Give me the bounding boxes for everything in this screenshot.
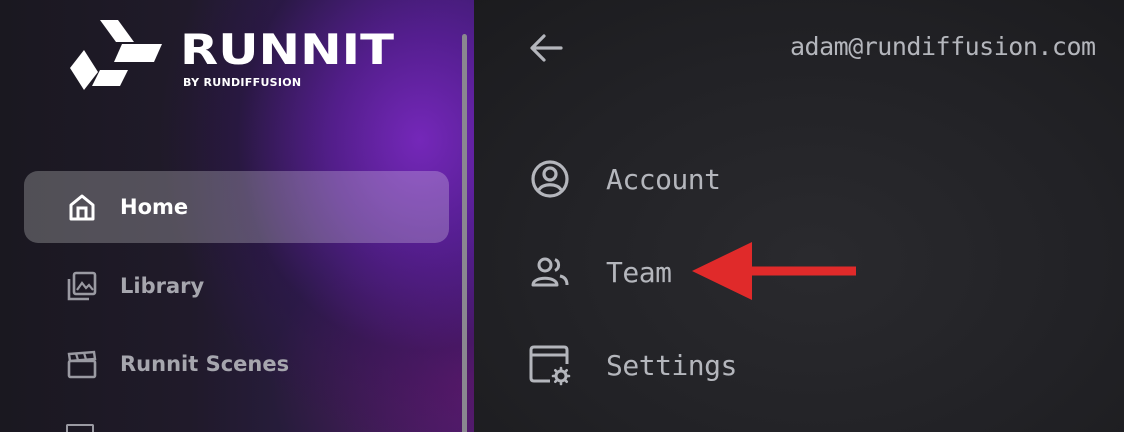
runnit-logo-mark-icon	[70, 20, 162, 90]
runnit-wordmark: RUNNIT	[180, 30, 394, 70]
menu-item-account[interactable]: Account	[526, 154, 721, 204]
menu-item-label: Team	[606, 255, 672, 289]
back-button[interactable]	[528, 30, 564, 66]
menu-item-label: Settings	[606, 348, 737, 382]
account-menu-panel: adam@rundiffusion.com Account Team Setti…	[474, 0, 1124, 432]
team-icon	[526, 248, 574, 296]
home-icon	[66, 191, 98, 223]
account-circle-icon	[526, 155, 574, 203]
clapperboard-icon	[66, 348, 98, 380]
sidebar-scrollbar[interactable]	[462, 34, 467, 432]
sidebar: RUNNIT BY RUNDIFFUSION Home Library Runn…	[0, 0, 474, 432]
logo-subtitle: BY RUNDIFFUSION	[183, 76, 302, 89]
sidebar-item-partial-icon	[66, 424, 94, 432]
annotation-arrow-icon	[692, 242, 856, 300]
menu-item-label: Account	[606, 162, 721, 196]
gallery-icon	[66, 270, 98, 302]
sidebar-item-label: Library	[120, 274, 205, 298]
user-email: adam@rundiffusion.com	[790, 32, 1096, 61]
arrow-left-icon	[530, 34, 563, 62]
sidebar-item-label: Runnit Scenes	[120, 352, 290, 376]
sidebar-item-label: Home	[120, 195, 189, 219]
window-settings-icon	[526, 341, 574, 389]
menu-item-settings[interactable]: Settings	[526, 340, 737, 390]
svg-text:RUNNIT: RUNNIT	[180, 30, 394, 70]
menu-item-team[interactable]: Team	[526, 247, 672, 297]
runnit-logo[interactable]: RUNNIT BY RUNDIFFUSION	[70, 20, 410, 90]
sidebar-item-home[interactable]: Home	[24, 171, 449, 243]
sidebar-item-library[interactable]: Library	[24, 250, 449, 322]
sidebar-item-runnit-scenes[interactable]: Runnit Scenes	[24, 328, 449, 400]
